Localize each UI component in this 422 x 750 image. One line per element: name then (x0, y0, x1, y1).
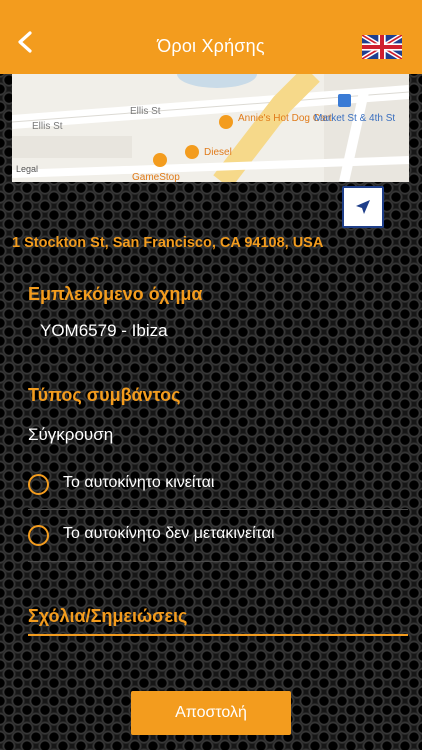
shop-pin-icon (185, 145, 199, 159)
locate-me-button[interactable] (342, 186, 384, 228)
language-switch-button[interactable] (360, 32, 404, 62)
radio-option-not-moving[interactable]: Το αυτοκίνητο δεν μετακινείται (28, 512, 408, 560)
divider (28, 561, 408, 562)
map-canvas: Ellis St Ellis St Annie's Hot Dog Cart D… (12, 74, 409, 182)
street-label: Ellis St (32, 121, 63, 132)
place-label: Diesel (204, 147, 232, 158)
transit-stop-icon (338, 94, 351, 107)
top-app-bar: Όροι Χρήσης (0, 0, 422, 74)
incident-type-value[interactable]: Σύγκρουση (28, 425, 113, 445)
radio-button[interactable] (28, 474, 49, 495)
street-label: Ellis St (130, 106, 161, 117)
vehicle-value[interactable]: YOM6579 - Ibiza (40, 321, 168, 341)
radio-button[interactable] (28, 525, 49, 546)
restaurant-pin-icon (219, 115, 233, 129)
notes-input[interactable]: Σχόλια/Σημειώσεις (28, 600, 408, 636)
divider (28, 509, 408, 510)
location-arrow-icon (356, 200, 370, 214)
shop-pin-icon (153, 153, 167, 167)
location-map[interactable]: Ellis St Ellis St Annie's Hot Dog Cart D… (12, 74, 409, 182)
place-label: GameStop (132, 172, 180, 182)
vehicle-section-title: Εμπλεκόμενο όχημα (28, 284, 203, 304)
incident-section-title: Τύπος συμβάντος (28, 385, 181, 405)
uk-flag-icon (360, 32, 404, 62)
notes-label: Σχόλια/Σημειώσεις (28, 606, 188, 626)
address-text: 1 Stockton St, San Francisco, CA 94108, … (12, 235, 324, 251)
page-title: Όροι Χρήσης (157, 36, 265, 56)
place-label: Market St & 4th St (314, 113, 395, 124)
submit-button[interactable]: Αποστολή (131, 691, 291, 735)
radio-option-moving[interactable]: Το αυτοκίνητο κινείται (28, 461, 408, 509)
radio-label: Το αυτοκίνητο δεν μετακινείται (63, 525, 275, 542)
map-legal-link[interactable]: Legal (16, 164, 38, 174)
radio-label: Το αυτοκίνητο κινείται (63, 474, 215, 491)
